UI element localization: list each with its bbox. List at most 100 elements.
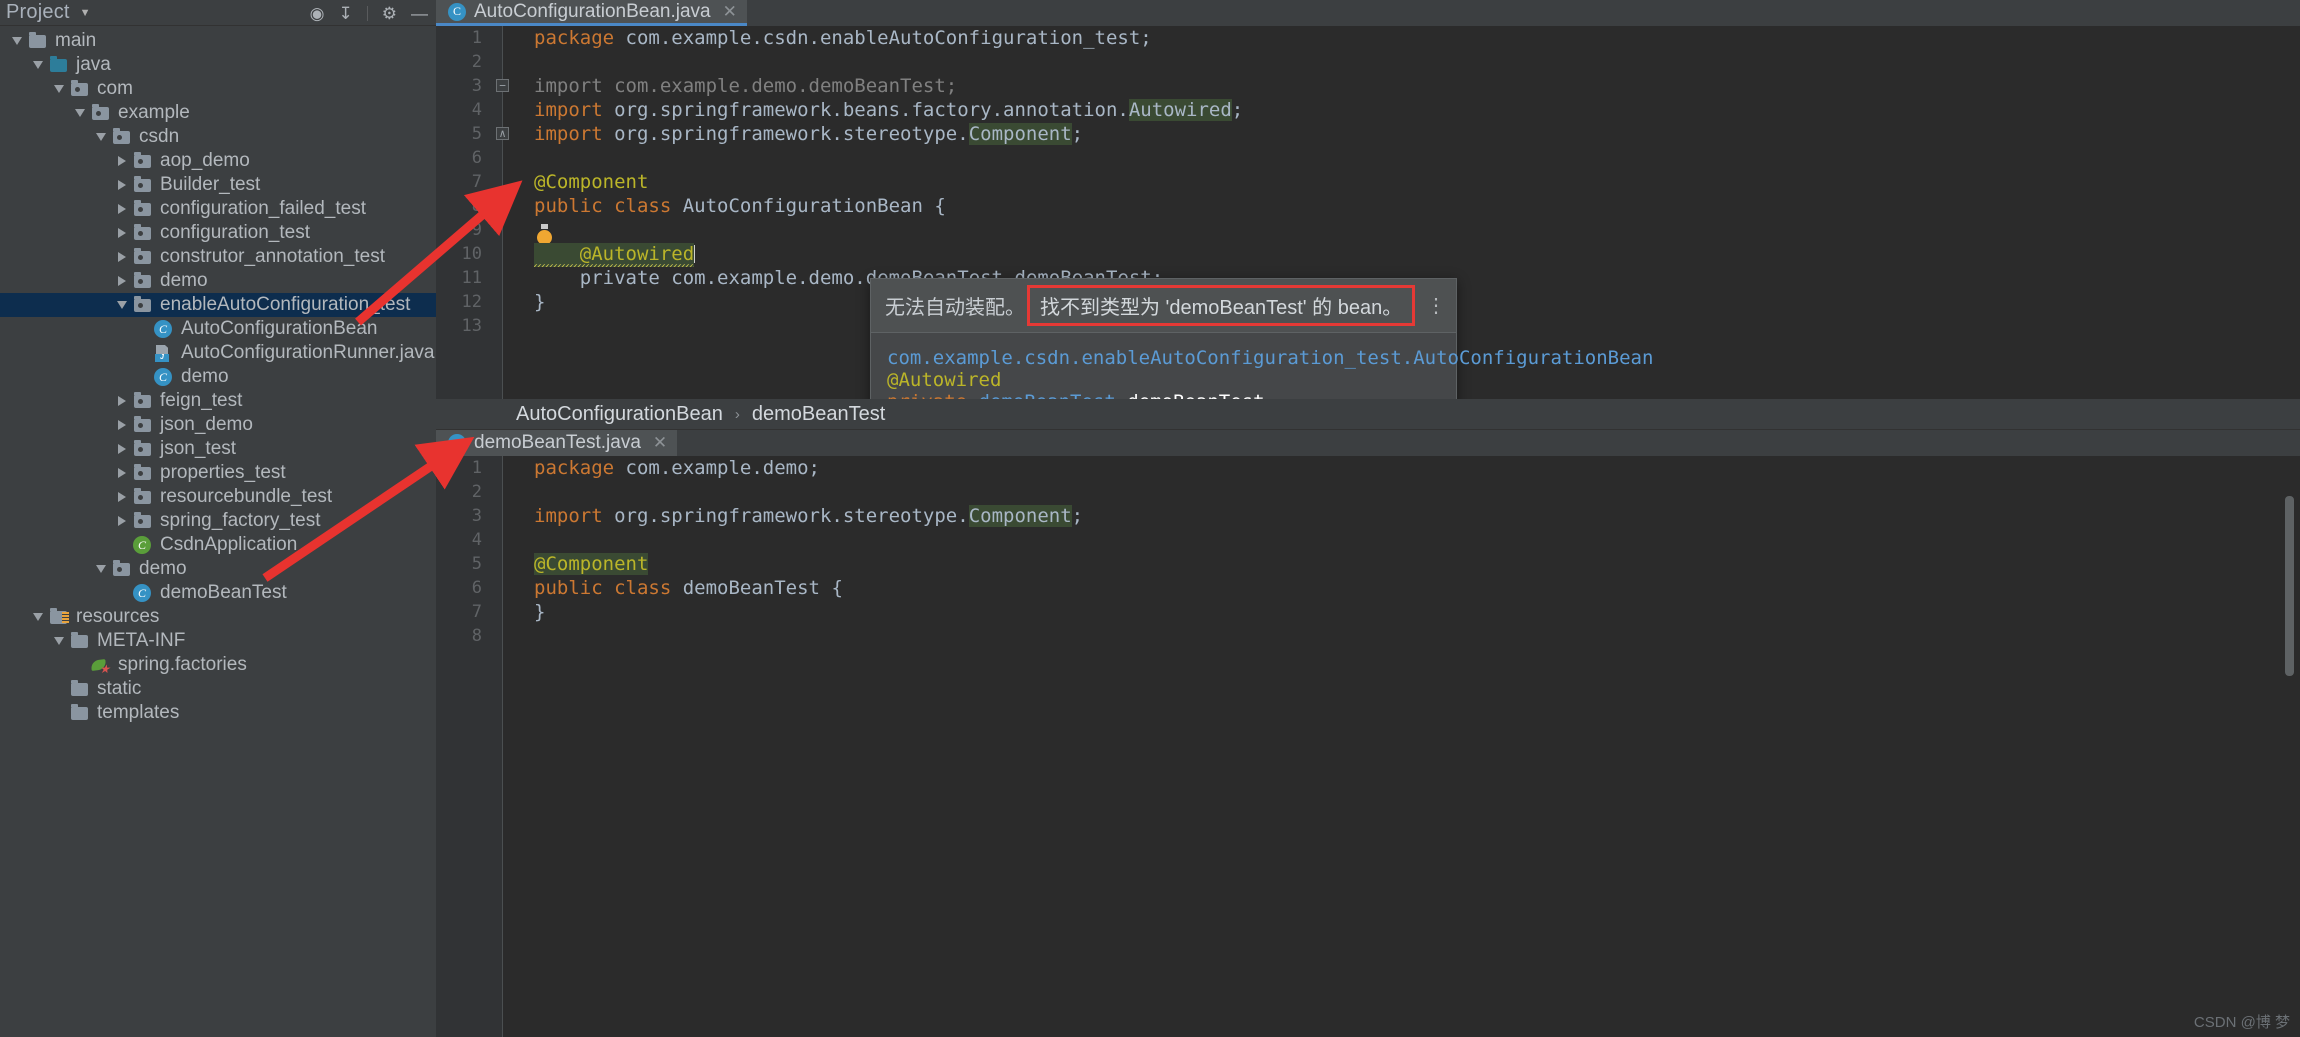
chevron-right-icon[interactable] bbox=[113, 468, 131, 478]
tree-row[interactable]: static bbox=[0, 677, 436, 701]
line-number: 3 bbox=[471, 506, 482, 526]
code-line: 10 @Autowired bbox=[436, 242, 2300, 267]
tree-item-label: configuration_test bbox=[160, 222, 310, 243]
line-number: 11 bbox=[461, 268, 482, 288]
tree-row[interactable]: enableAutoConfiguration_test bbox=[0, 293, 436, 317]
tree-item-label: META-INF bbox=[97, 630, 186, 651]
line-number: 5 bbox=[471, 124, 482, 144]
tree-row[interactable]: main bbox=[0, 29, 436, 53]
java-class-icon: C bbox=[152, 368, 174, 386]
tree-item-label: templates bbox=[97, 702, 180, 723]
tree-item-label: spring_factory_test bbox=[160, 510, 321, 531]
folder-icon bbox=[26, 31, 48, 48]
minimize-icon[interactable]: — bbox=[411, 5, 428, 22]
tree-item-label: json_demo bbox=[160, 414, 253, 435]
settings-gear-icon[interactable]: ⚙ bbox=[382, 5, 397, 22]
chevron-down-icon[interactable] bbox=[29, 613, 47, 621]
chevron-down-icon[interactable]: ▼ bbox=[80, 7, 91, 19]
popup-header: 无法自动装配。 找不到类型为 'demoBeanTest' 的 bean。 ⋮ bbox=[871, 279, 1456, 333]
tree-row[interactable]: AutoConfigurationRunner.java bbox=[0, 341, 436, 365]
chevron-right-icon[interactable] bbox=[113, 180, 131, 190]
code-text: import org.springframework.stereotype.Co… bbox=[534, 123, 1084, 145]
tree-row[interactable]: META-INF bbox=[0, 629, 436, 653]
chevron-right-icon[interactable] bbox=[113, 420, 131, 430]
chevron-right-icon: › bbox=[734, 405, 740, 423]
tree-row[interactable]: demo bbox=[0, 269, 436, 293]
tree-row[interactable]: spring.factories bbox=[0, 653, 436, 677]
chevron-down-icon[interactable] bbox=[29, 61, 47, 69]
code-text: @Component bbox=[534, 553, 649, 575]
project-tree[interactable]: main java com example csdn aop_demo Builder_te… bbox=[0, 26, 436, 725]
code-line: 6 public class demoBeanTest { bbox=[436, 576, 2300, 600]
more-options-icon[interactable]: ⋮ bbox=[1426, 296, 1446, 316]
popup-fqn: com.example.csdn.enableAutoConfiguration… bbox=[887, 347, 1654, 369]
breadcrumb-class[interactable]: AutoConfigurationBean bbox=[516, 403, 723, 426]
bottom-code-lines[interactable]: 1 package com.example.demo; 2 3 import org.s… bbox=[436, 456, 2300, 1037]
tree-row[interactable]: configuration_test bbox=[0, 221, 436, 245]
tree-row[interactable]: resourcebundle_test bbox=[0, 485, 436, 509]
close-icon[interactable]: ✕ bbox=[723, 2, 737, 22]
spring-factories-icon bbox=[89, 658, 111, 675]
line-number: 13 bbox=[461, 316, 482, 336]
line-number: 6 bbox=[471, 148, 482, 168]
chevron-down-icon[interactable] bbox=[50, 637, 68, 645]
chevron-right-icon[interactable] bbox=[113, 228, 131, 238]
code-line: 3 import com.example.demo.demoBeanTest; bbox=[436, 74, 2300, 98]
tree-row[interactable]: com bbox=[0, 77, 436, 101]
code-line: 7} bbox=[436, 600, 2300, 624]
tree-item-label: main bbox=[55, 30, 97, 51]
spring-class-icon: C bbox=[131, 536, 153, 554]
tree-row[interactable]: Cdemo bbox=[0, 365, 436, 389]
tree-row[interactable]: construtor_annotation_test bbox=[0, 245, 436, 269]
tree-row[interactable]: demo bbox=[0, 557, 436, 581]
tree-row[interactable]: csdn bbox=[0, 125, 436, 149]
line-number: 8 bbox=[471, 626, 482, 646]
chevron-down-icon[interactable] bbox=[92, 565, 110, 573]
tree-row[interactable]: feign_test bbox=[0, 389, 436, 413]
chevron-down-icon[interactable] bbox=[71, 109, 89, 117]
package-icon bbox=[131, 175, 153, 192]
locate-icon[interactable]: ◉ bbox=[310, 5, 325, 22]
tree-row[interactable]: properties_test bbox=[0, 461, 436, 485]
tree-row[interactable]: aop_demo bbox=[0, 149, 436, 173]
chevron-right-icon[interactable] bbox=[113, 156, 131, 166]
popup-error-message: 找不到类型为 'demoBeanTest' 的 bean。 bbox=[1027, 285, 1416, 326]
tree-row[interactable]: java bbox=[0, 53, 436, 77]
chevron-right-icon[interactable] bbox=[113, 204, 131, 214]
tree-row[interactable]: json_test bbox=[0, 437, 436, 461]
chevron-right-icon[interactable] bbox=[113, 252, 131, 262]
code-text: package com.example.csdn.enableAutoConfi… bbox=[534, 27, 1152, 49]
chevron-down-icon[interactable] bbox=[92, 133, 110, 141]
tree-row[interactable]: templates bbox=[0, 701, 436, 725]
code-text: import org.springframework.beans.factory… bbox=[534, 99, 1244, 121]
chevron-right-icon[interactable] bbox=[113, 396, 131, 406]
watermark: CSDN @博 梦 bbox=[2193, 1014, 2290, 1031]
tree-row[interactable]: Builder_test bbox=[0, 173, 436, 197]
chevron-down-icon[interactable] bbox=[50, 85, 68, 93]
chevron-right-icon[interactable] bbox=[113, 492, 131, 502]
collapse-all-icon[interactable]: ↧ bbox=[339, 5, 353, 22]
close-icon[interactable]: ✕ bbox=[653, 433, 667, 453]
breadcrumb-member[interactable]: demoBeanTest bbox=[752, 403, 885, 426]
tab-demobeantest[interactable]: C demoBeanTest.java ✕ bbox=[436, 430, 678, 456]
tree-row[interactable]: spring_factory_test bbox=[0, 509, 436, 533]
chevron-right-icon[interactable] bbox=[113, 444, 131, 454]
chevron-right-icon[interactable] bbox=[113, 516, 131, 526]
code-text: import org.springframework.stereotype.Co… bbox=[534, 505, 1084, 527]
tree-row[interactable]: CdemoBeanTest bbox=[0, 581, 436, 605]
tab-autoconfigurationbean[interactable]: C AutoConfigurationBean.java ✕ bbox=[436, 0, 747, 26]
tree-row[interactable]: example bbox=[0, 101, 436, 125]
chevron-right-icon[interactable] bbox=[113, 276, 131, 286]
tree-row[interactable]: configuration_failed_test bbox=[0, 197, 436, 221]
page-title: Project bbox=[6, 1, 70, 23]
package-icon bbox=[131, 199, 153, 216]
tree-row[interactable]: json_demo bbox=[0, 413, 436, 437]
tree-row[interactable]: C AutoConfigurationBean bbox=[0, 317, 436, 341]
chevron-down-icon[interactable] bbox=[8, 37, 26, 45]
tree-row[interactable]: resources bbox=[0, 605, 436, 629]
vertical-scrollbar[interactable] bbox=[2285, 496, 2294, 676]
chevron-down-icon[interactable] bbox=[113, 301, 131, 309]
tree-item-label: construtor_annotation_test bbox=[160, 246, 385, 267]
bottom-code-pane[interactable]: 1 package com.example.demo; 2 3 import org.s… bbox=[436, 456, 2300, 1037]
tree-row[interactable]: C CsdnApplication bbox=[0, 533, 436, 557]
